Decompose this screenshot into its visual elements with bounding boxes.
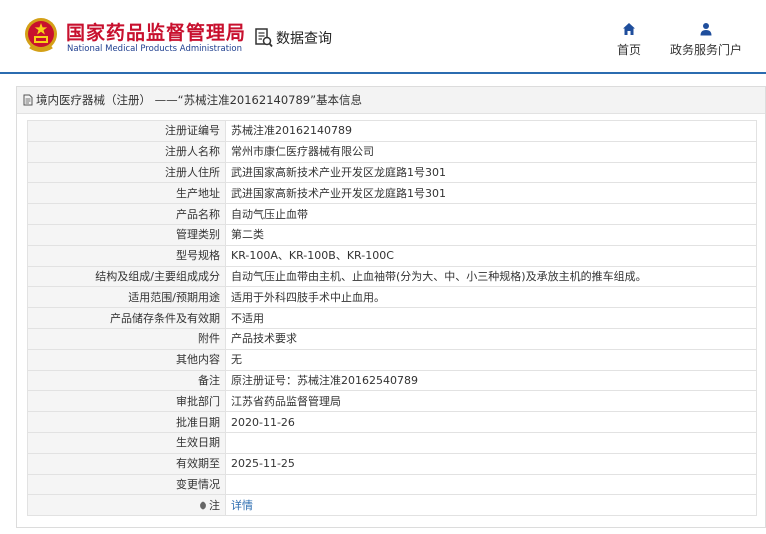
nav-home[interactable]: 首页 xyxy=(612,22,646,58)
table-row-note: 注详情 xyxy=(27,494,757,517)
table-row: 批准日期 2020-11-26 xyxy=(27,411,757,433)
field-label: 批准日期 xyxy=(27,411,226,433)
site-header: 国家药品监督管理局 National Medical Products Admi… xyxy=(0,0,766,72)
field-label: 备注 xyxy=(27,369,226,392)
field-label: 产品名称 xyxy=(27,203,226,225)
site-logo-title[interactable]: 国家药品监督管理局 xyxy=(66,18,246,45)
table-row: 生产地址 武进国家高新技术产业开发区龙庭路1号301 xyxy=(27,182,757,205)
field-value: 2020-11-26 xyxy=(225,411,757,433)
field-value: 2025-11-25 xyxy=(225,452,757,475)
field-label: 生产地址 xyxy=(27,182,226,205)
field-value: KR-100A、KR-100B、KR-100C xyxy=(225,244,757,267)
info-table: 注册证编号 苏械注准20162140789 注册人名称 常州市康仁医疗器械有限公司 注册… xyxy=(27,120,757,517)
table-row: 产品储存条件及有效期 不适用 xyxy=(27,307,757,329)
field-label: 有效期至 xyxy=(27,452,226,475)
table-row: 生效日期 xyxy=(27,431,757,454)
table-row: 备注 原注册证号：苏械注准20162540789 xyxy=(27,369,757,392)
table-row: 注册人名称 常州市康仁医疗器械有限公司 xyxy=(27,140,757,163)
field-label: 附件 xyxy=(27,327,226,350)
document-icon xyxy=(23,94,33,106)
nav-home-label: 首页 xyxy=(616,43,641,57)
table-row: 产品名称 自动气压止血带 xyxy=(27,203,757,225)
field-label: 其他内容 xyxy=(27,348,226,371)
table-row: 注册证编号 苏械注准20162140789 xyxy=(27,120,757,142)
nav-service-portal[interactable]: 政务服务门户 xyxy=(666,22,746,58)
field-label: 审批部门 xyxy=(27,390,226,413)
field-label: 型号规格 xyxy=(27,244,226,267)
panel-title: 境内医疗器械（注册） ——“苏械注准20162140789”基本信息 xyxy=(36,93,363,107)
field-value: 武进国家高新技术产业开发区龙庭路1号301 xyxy=(225,161,757,184)
details-link[interactable]: 详情 xyxy=(231,499,253,512)
field-label: 注册人住所 xyxy=(27,161,226,184)
field-label: 适用范围/预期用途 xyxy=(27,286,226,309)
field-label: 注册证编号 xyxy=(27,120,226,142)
detail-panel: 境内医疗器械（注册） ——“苏械注准20162140789”基本信息 注册证编号… xyxy=(16,86,766,528)
table-row: 结构及组成/主要组成成分 自动气压止血带由主机、止血袖带(分为大、中、小三种规格)… xyxy=(27,265,757,288)
field-label: 变更情况 xyxy=(27,473,226,496)
field-value: 常州市康仁医疗器械有限公司 xyxy=(225,140,757,163)
data-query-link[interactable]: 数据查询 xyxy=(255,27,332,49)
field-label: 结构及组成/主要组成成分 xyxy=(27,265,226,288)
note-label: 注 xyxy=(209,498,220,512)
data-query-label: 数据查询 xyxy=(276,31,332,47)
field-value: 适用于外科四肢手术中止血用。 xyxy=(225,286,757,309)
table-row: 附件 产品技术要求 xyxy=(27,327,757,350)
field-value xyxy=(225,431,757,454)
field-value: 自动气压止血带由主机、止血袖带(分为大、中、小三种规格)及承放主机的推车组成。 xyxy=(225,265,757,288)
field-value xyxy=(225,473,757,496)
table-row: 审批部门 江苏省药品监督管理局 xyxy=(27,390,757,413)
nav-service-portal-label: 政务服务门户 xyxy=(669,43,742,57)
field-value: 原注册证号：苏械注准20162540789 xyxy=(225,369,757,392)
field-value: 无 xyxy=(225,348,757,371)
field-label: 产品储存条件及有效期 xyxy=(27,307,226,329)
leaf-icon xyxy=(200,501,206,510)
site-logo-subtitle[interactable]: National Medical Products Administration xyxy=(67,44,242,54)
field-value: 第二类 xyxy=(225,223,757,246)
field-value: 苏械注准20162140789 xyxy=(225,120,757,142)
field-value: 产品技术要求 xyxy=(225,327,757,350)
table-row: 其他内容无 xyxy=(27,348,757,371)
table-row: 管理类别 第二类 xyxy=(27,223,757,246)
note-value-cell: 详情 xyxy=(225,494,757,517)
note-label-cell: 注 xyxy=(27,494,226,517)
field-label: 生效日期 xyxy=(27,431,226,454)
field-value: 自动气压止血带 xyxy=(225,203,757,225)
document-search-icon xyxy=(255,28,273,48)
field-value: 不适用 xyxy=(225,307,757,329)
table-row: 注册人住所 武进国家高新技术产业开发区龙庭路1号301 xyxy=(27,161,757,184)
user-icon xyxy=(700,23,712,36)
table-row: 适用范围/预期用途 适用于外科四肢手术中止血用。 xyxy=(27,286,757,309)
field-label: 管理类别 xyxy=(27,223,226,246)
table-row: 有效期至 2025-11-25 xyxy=(27,452,757,475)
header-divider xyxy=(0,72,766,74)
field-value: 江苏省药品监督管理局 xyxy=(225,390,757,413)
national-emblem-icon xyxy=(25,18,57,52)
panel-title-bar: 境内医疗器械（注册） ——“苏械注准20162140789”基本信息 xyxy=(17,87,765,114)
table-row: 型号规格 KR-100A、KR-100B、KR-100C xyxy=(27,244,757,267)
table-row: 变更情况 xyxy=(27,473,757,496)
field-value: 武进国家高新技术产业开发区龙庭路1号301 xyxy=(225,182,757,205)
field-label: 注册人名称 xyxy=(27,140,226,163)
home-icon xyxy=(623,23,635,35)
